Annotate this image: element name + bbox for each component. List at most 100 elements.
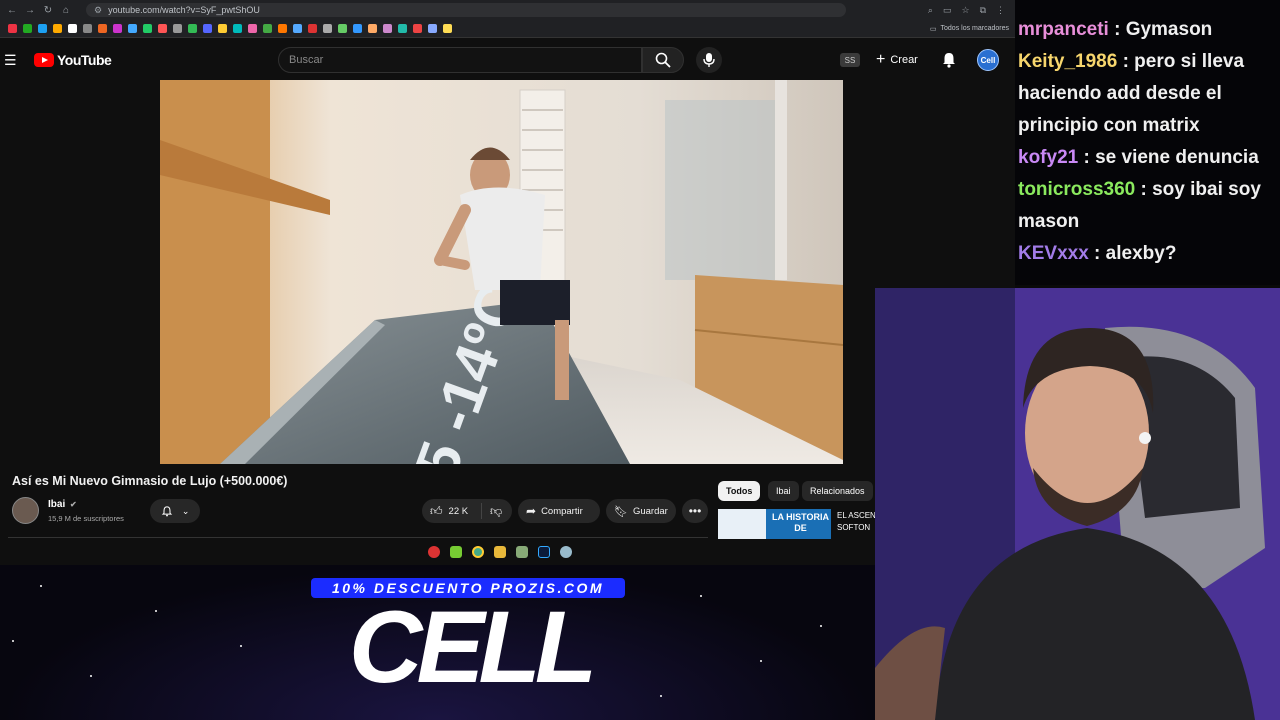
search-input[interactable]: Buscar	[278, 47, 642, 73]
chat-username[interactable]: Keity_1986	[1018, 51, 1117, 72]
bookmark-favicon-icon[interactable]	[158, 24, 167, 33]
back-icon[interactable]: ←	[6, 5, 18, 16]
recommended-title-line2: SOFTON	[837, 523, 871, 532]
more-actions-button[interactable]: •••	[682, 499, 708, 523]
share-button[interactable]: ➦ Compartir	[518, 499, 600, 523]
bookmark-favicon-icon[interactable]	[233, 24, 242, 33]
chip-ibai[interactable]: Ibai	[768, 481, 799, 501]
bookmark-favicon-icon[interactable]	[98, 24, 107, 33]
chevron-down-icon: ⌄	[181, 505, 190, 516]
bookmark-favicon-icon[interactable]	[338, 24, 347, 33]
bookmark-favicon-icon[interactable]	[383, 24, 392, 33]
bookmark-favicon-icon[interactable]	[23, 24, 32, 33]
bookmark-favicon-icon[interactable]	[308, 24, 317, 33]
bookmark-favicon-icon[interactable]	[8, 24, 17, 33]
bookmark-favicon-icon[interactable]	[83, 24, 92, 33]
star	[90, 675, 92, 677]
chat-username[interactable]: KEVxxx	[1018, 243, 1089, 264]
chat-username[interactable]: kofy21	[1018, 147, 1078, 168]
bookmark-favicon-icon[interactable]	[323, 24, 332, 33]
bookmark-favicon-icon[interactable]	[218, 24, 227, 33]
bookmark-favicon-icon[interactable]	[203, 24, 212, 33]
taskbar-app-icon[interactable]	[450, 546, 462, 558]
taskbar-app-icon[interactable]	[516, 546, 528, 558]
bookmark-favicon-icon[interactable]	[278, 24, 287, 33]
cast-icon[interactable]: ▭	[943, 5, 952, 16]
chip-all[interactable]: Todos	[718, 481, 761, 501]
browser-menu-icon[interactable]: ⋮	[996, 5, 1005, 16]
bookmark-favicon-icon[interactable]	[128, 24, 137, 33]
thumbnail-text-line2: DE	[794, 523, 807, 533]
folder-icon[interactable]	[494, 546, 506, 558]
save-button[interactable]: 🔖︎ Guardar	[606, 499, 676, 523]
chat-message-list: mrpanceti : Gymason Keity_1986 : pero si …	[1015, 14, 1280, 270]
bookmarks-bar: ▭ Todos los marcadores	[0, 20, 1015, 38]
thumbs-down-icon[interactable]: 👎︎	[490, 504, 502, 519]
like-dislike-group: 👍︎ 22 K 👎︎	[422, 499, 512, 523]
bookmark-favicon-icon[interactable]	[188, 24, 197, 33]
bookmark-icon: 🔖︎	[614, 505, 628, 518]
voice-search-button[interactable]	[696, 47, 722, 73]
more-horizontal-icon: •••	[688, 504, 702, 518]
extensions-icon[interactable]: ⧉	[980, 5, 986, 16]
bookmark-favicon-icon[interactable]	[68, 24, 77, 33]
stream-chat: mrpanceti : Gymason Keity_1986 : pero si …	[1015, 0, 1280, 288]
bookmark-favicon-icon[interactable]	[53, 24, 62, 33]
taskbar-app-icon[interactable]	[428, 546, 440, 558]
channel-name[interactable]: Ibai ✔	[48, 499, 77, 510]
bookmark-favicon-icon[interactable]	[248, 24, 257, 33]
chat-message: mrpanceti : Gymason	[1015, 14, 1280, 46]
url-field[interactable]: ⚙ youtube.com/watch?v=SyF_pwtShOU	[86, 3, 846, 17]
bookmark-favicon-icon[interactable]	[398, 24, 407, 33]
bookmark-favicon-icon[interactable]	[413, 24, 422, 33]
account-avatar[interactable]: Cell	[977, 49, 999, 71]
zoom-icon[interactable]: ⌕	[928, 5, 933, 16]
recommended-video-thumbnail[interactable]: LA HISTORIA DE	[718, 509, 831, 539]
taskbar-app-icon[interactable]	[560, 546, 572, 558]
create-button[interactable]: + Crear	[876, 50, 918, 70]
bookmark-favicon-icon[interactable]	[143, 24, 152, 33]
chat-message: tonicross360 : soy ibai soy mason	[1015, 174, 1280, 238]
video-player[interactable]: 5 -14ºC	[160, 80, 843, 464]
star	[40, 585, 42, 587]
forward-icon[interactable]: →	[24, 5, 36, 16]
streamer-webcam	[875, 288, 1280, 720]
menu-icon[interactable]: ☰	[4, 52, 17, 69]
reload-icon[interactable]: ↻	[42, 5, 54, 16]
channel-avatar[interactable]	[12, 497, 39, 524]
verified-icon: ✔	[70, 500, 77, 509]
search-button[interactable]	[642, 47, 684, 73]
photoshop-icon[interactable]	[538, 546, 550, 558]
youtube-logo[interactable]: YouTube	[34, 52, 112, 68]
ss-extension-badge[interactable]: SS	[840, 53, 860, 67]
bookmark-favicon-icon[interactable]	[368, 24, 377, 33]
bookmark-star-icon[interactable]: ☆	[961, 5, 969, 16]
chat-previous-message-fragment	[1015, 0, 1280, 14]
home-icon[interactable]: ⌂	[60, 5, 72, 16]
bookmark-favicon-icon[interactable]	[263, 24, 272, 33]
chat-username[interactable]: mrpanceti	[1018, 19, 1109, 40]
chip-related[interactable]: Relacionados	[802, 481, 873, 501]
all-bookmarks-folder[interactable]: ▭ Todos los marcadores	[930, 25, 1009, 33]
star	[820, 625, 822, 627]
chrome-icon[interactable]	[472, 546, 484, 558]
bookmark-favicon-icon[interactable]	[113, 24, 122, 33]
recommended-video-title[interactable]: EL ASCEN SOFTON	[837, 510, 877, 534]
bookmark-favicon-icon[interactable]	[428, 24, 437, 33]
address-bar: ← → ↻ ⌂ ⚙ youtube.com/watch?v=SyF_pwtShO…	[0, 0, 1015, 20]
subscription-bell-button[interactable]: ⌄	[150, 499, 200, 523]
notifications-bell-icon[interactable]	[940, 51, 958, 69]
bookmark-favicon-icon[interactable]	[293, 24, 302, 33]
bookmark-favicon-icon[interactable]	[173, 24, 182, 33]
video-frame-scene: 5 -14ºC	[160, 80, 843, 464]
site-info-icon[interactable]: ⚙	[94, 5, 102, 16]
star	[700, 595, 702, 597]
bookmark-favicon-icon[interactable]	[353, 24, 362, 33]
like-button[interactable]: 👍︎ 22 K	[422, 503, 482, 519]
chat-text: : se viene denuncia	[1078, 147, 1259, 168]
bookmark-favicon-icon[interactable]	[38, 24, 47, 33]
chat-username[interactable]: tonicross360	[1018, 179, 1135, 200]
url-text: youtube.com/watch?v=SyF_pwtShOU	[108, 5, 260, 15]
divider	[8, 537, 708, 538]
bookmark-favicon-icon[interactable]	[443, 24, 452, 33]
